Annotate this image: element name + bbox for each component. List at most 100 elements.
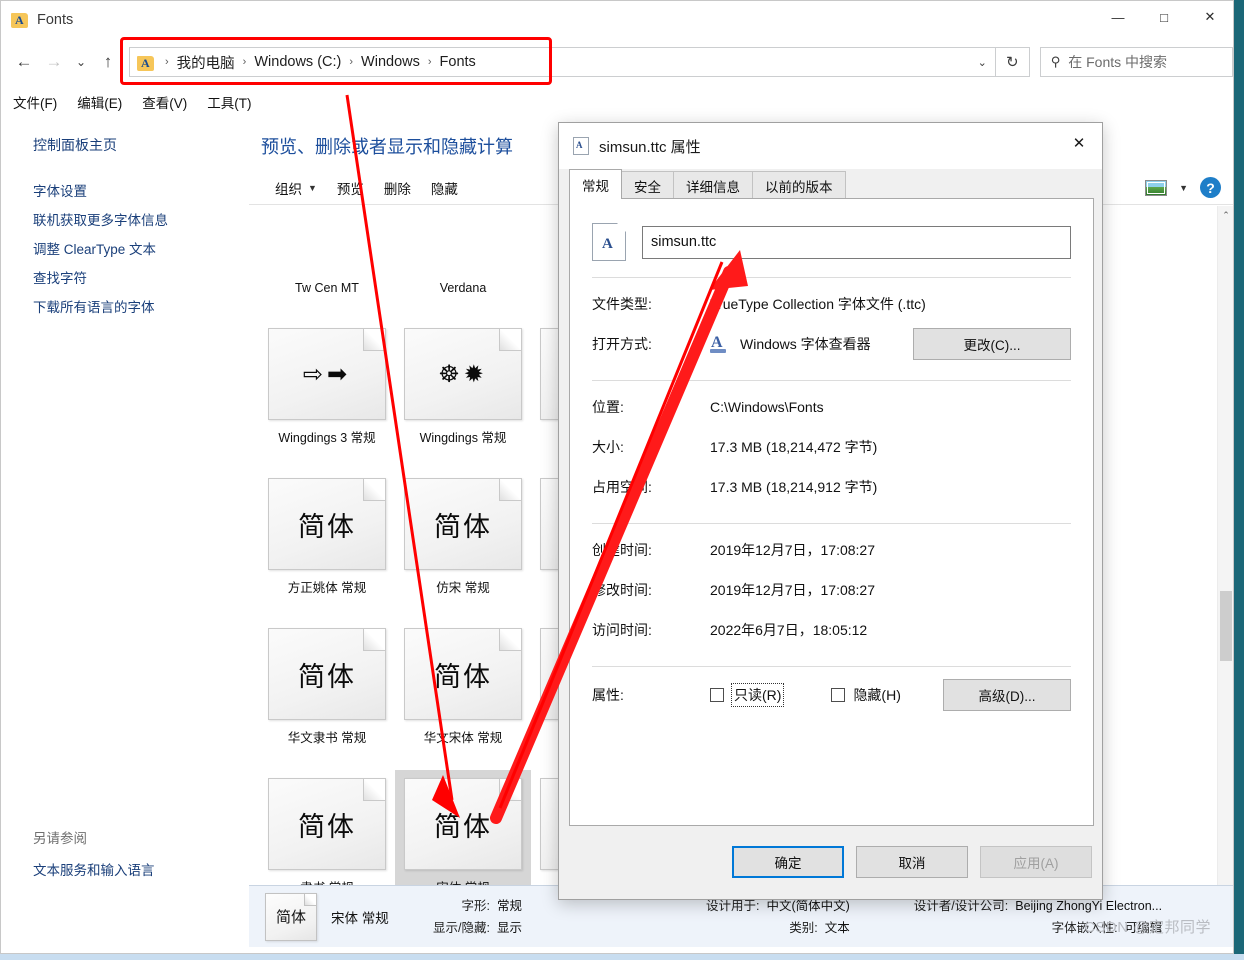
grid-tile[interactable]: ☸✹ Wingdings 常规 xyxy=(395,320,531,470)
taskbar-edge xyxy=(0,954,1244,960)
folder-fonts-icon xyxy=(11,11,29,29)
nav-link-adjust-cleartype[interactable]: 调整 ClearType 文本 xyxy=(33,235,249,264)
nav-link-get-more-fonts[interactable]: 联机获取更多字体信息 xyxy=(33,206,249,235)
filename-row: simsun.ttc xyxy=(592,223,1071,261)
view-layout-icon[interactable] xyxy=(1145,179,1168,196)
font-file-icon xyxy=(592,223,626,261)
font-sample-text: 简体 xyxy=(298,811,356,843)
nav-link-font-settings[interactable]: 字体设置 xyxy=(33,177,249,206)
grid-tile[interactable]: 简体 隶书 常规 xyxy=(259,770,395,899)
screenshot-root: Fonts — □ ✕ ← → ⌄ ↑ › 我的电脑 xyxy=(0,0,1244,960)
grid-tile[interactable]: 简体 华文隶书 常规 xyxy=(259,620,395,770)
address-breadcrumb-bar[interactable]: › 我的电脑 › Windows (C:) › Windows › Fonts … xyxy=(129,47,996,77)
grid-tile-label: 华文宋体 常规 xyxy=(423,731,503,745)
row-opens-with: 打开方式: Windows 字体查看器 更改(C)... xyxy=(592,324,1071,364)
divider xyxy=(592,666,1071,667)
close-button[interactable]: ✕ xyxy=(1187,1,1233,33)
grid-tile[interactable]: 简体 方正姚体 常规 xyxy=(259,470,395,620)
font-thumbnail: ☸✹ xyxy=(404,328,522,420)
checkbox-box-icon[interactable] xyxy=(710,688,724,702)
hidden-checkbox[interactable]: 隐藏(H) xyxy=(831,685,901,705)
menu-view[interactable]: 查看(V) xyxy=(136,90,193,114)
grid-tile[interactable]: Verdana xyxy=(395,206,531,320)
menu-tools[interactable]: 工具(T) xyxy=(201,90,257,114)
toolbar-delete-button[interactable]: 删除 xyxy=(384,178,411,198)
tab-security[interactable]: 安全 xyxy=(621,171,674,199)
minimize-button[interactable]: — xyxy=(1095,1,1141,33)
menu-file[interactable]: 文件(F) xyxy=(7,90,63,114)
toolbar-organize-button[interactable]: 组织 ▼ xyxy=(275,178,317,198)
toolbar-hide-button[interactable]: 隐藏 xyxy=(431,178,458,198)
nav-link-download-all-languages[interactable]: 下载所有语言的字体 xyxy=(33,293,249,322)
breadcrumb-item-1[interactable]: Windows (C:) xyxy=(251,54,344,70)
row-label: 文件类型: xyxy=(592,296,652,312)
search-box[interactable]: ⚲ 在 Fonts 中搜索 xyxy=(1039,47,1233,77)
window-title: Fonts xyxy=(37,12,74,28)
tab-details[interactable]: 详细信息 xyxy=(673,171,753,199)
cancel-button[interactable]: 取消 xyxy=(856,846,968,878)
grid-tile-selected-simsun[interactable]: 简体 宋体 常规 xyxy=(395,770,531,899)
recent-locations-button[interactable]: ⌄ xyxy=(69,47,93,77)
breadcrumb-item-2[interactable]: Windows xyxy=(358,54,423,70)
apply-button[interactable]: 应用(A) xyxy=(980,846,1092,878)
tab-previous-versions[interactable]: 以前的版本 xyxy=(752,171,846,199)
row-created: 创建时间: 2019年12月7日，17:08:27 xyxy=(592,530,1071,570)
grid-tile[interactable]: 简体 华文宋体 常规 xyxy=(395,620,531,770)
row-size: 大小: 17.3 MB (18,214,472 字节) xyxy=(592,427,1071,467)
details-key: 字形: xyxy=(461,898,490,913)
details-field: 类别: 文本 xyxy=(706,917,850,939)
grid-tile[interactable]: Tw Cen MT xyxy=(259,206,395,320)
font-sample-text: ⇨➡ xyxy=(302,360,352,388)
font-thumbnail: ⇨➡ xyxy=(268,328,386,420)
font-thumbnail: 简体 xyxy=(404,628,522,720)
ok-button[interactable]: 确定 xyxy=(732,846,844,878)
breadcrumb-item-0[interactable]: 我的电脑 xyxy=(174,52,238,73)
row-label: 打开方式: xyxy=(592,336,652,352)
watermark: CSDN @定邦同学 xyxy=(1084,919,1211,936)
maximize-button[interactable]: □ xyxy=(1141,1,1187,33)
row-value: 17.3 MB (18,214,472 字节) xyxy=(710,439,878,455)
change-program-button[interactable]: 更改(C)... xyxy=(913,328,1071,360)
toolbar-preview-button[interactable]: 预览 xyxy=(337,178,364,198)
search-input-placeholder: 在 Fonts 中搜索 xyxy=(1068,54,1168,70)
chevron-down-icon: ▼ xyxy=(308,182,317,193)
grid-tile[interactable]: ⇨➡ Wingdings 3 常规 xyxy=(259,320,395,470)
row-file-type: 文件类型: TrueType Collection 字体文件 (.ttc) xyxy=(592,284,1071,324)
grid-tile-label: Wingdings 3 常规 xyxy=(278,431,376,445)
grid-tile[interactable]: 简体 仿宋 常规 xyxy=(395,470,531,620)
divider xyxy=(592,523,1071,524)
vertical-scrollbar[interactable]: ⌃ ⌄ xyxy=(1217,206,1233,899)
filename-input[interactable]: simsun.ttc xyxy=(642,225,1071,259)
breadcrumb-item-3[interactable]: Fonts xyxy=(437,54,479,70)
details-font-thumbnail: 简体 xyxy=(265,892,317,941)
readonly-checkbox[interactable]: 只读(R) xyxy=(710,683,785,707)
chevron-down-icon[interactable]: ⌄ xyxy=(978,56,987,69)
help-icon[interactable]: ? xyxy=(1200,177,1221,198)
chevron-down-icon[interactable]: ▼ xyxy=(1179,183,1188,193)
window-controls: — □ ✕ xyxy=(1095,1,1233,33)
scrollbar-thumb[interactable] xyxy=(1220,591,1232,661)
dialog-close-button[interactable]: ✕ xyxy=(1056,123,1102,163)
control-panel-home-link[interactable]: 控制面板主页 xyxy=(33,135,249,155)
menu-edit[interactable]: 编辑(E) xyxy=(71,90,128,114)
grid-tile-label: 华文隶书 常规 xyxy=(287,731,367,745)
back-button[interactable]: ← xyxy=(9,47,39,77)
details-column-1: 字形: 常规 显示/隐藏: 显示 xyxy=(433,895,522,939)
row-value: 2022年6月7日，18:05:12 xyxy=(710,622,868,638)
dialog-tabs: 常规 安全 详细信息 以前的版本 xyxy=(559,169,1104,199)
up-button[interactable]: ↑ xyxy=(93,47,123,77)
refresh-button[interactable]: ↻ xyxy=(995,47,1030,77)
advanced-button[interactable]: 高级(D)... xyxy=(943,679,1071,711)
see-also-text-services-link[interactable]: 文本服务和输入语言 xyxy=(33,859,155,879)
forward-button[interactable]: → xyxy=(39,47,69,77)
font-thumbnail: 简体 xyxy=(268,778,386,870)
row-label: 占用空间: xyxy=(592,479,652,495)
desktop-background-edge xyxy=(1234,0,1244,960)
tab-general[interactable]: 常规 xyxy=(569,169,622,199)
scroll-up-arrow-icon[interactable]: ⌃ xyxy=(1218,206,1233,224)
nav-link-find-character[interactable]: 查找字符 xyxy=(33,264,249,293)
toolbar-right-group: ▼ ? xyxy=(1145,177,1221,198)
checkbox-box-icon[interactable] xyxy=(831,688,846,702)
row-value: C:\Windows\Fonts xyxy=(710,399,824,415)
details-value: 常规 xyxy=(496,898,522,913)
